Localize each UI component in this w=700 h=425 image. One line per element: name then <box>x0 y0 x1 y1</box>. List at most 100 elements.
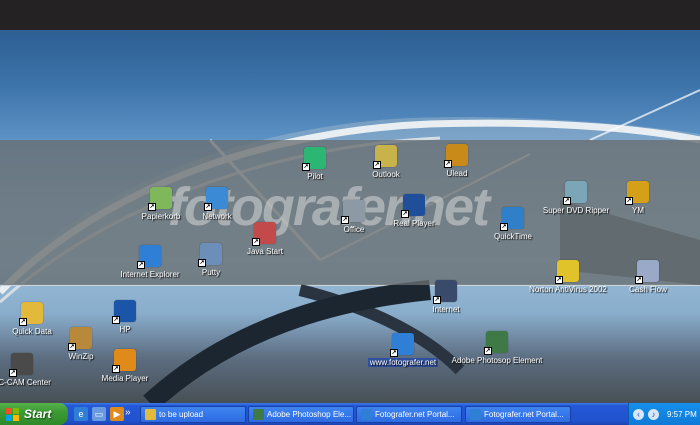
norton-icon: ↗ <box>555 260 579 284</box>
desktop-icon-label: Adobe Photosop Element <box>451 356 543 365</box>
desktop-icon-ym[interactable]: ↗ YM <box>598 181 678 215</box>
shortcut-arrow-icon: ↗ <box>198 259 206 267</box>
shortcut-arrow-icon: ↗ <box>635 276 643 284</box>
shortcut-arrow-icon: ↗ <box>444 160 452 168</box>
web-shortcut-icon: ↗ <box>390 333 414 357</box>
shortcut-arrow-icon: ↗ <box>112 316 120 324</box>
shortcut-arrow-icon: ↗ <box>137 261 145 269</box>
desktop-icon-label: www.fotografer.net <box>367 358 439 367</box>
desktop-icon-label: Media Player <box>101 374 149 383</box>
desktop-icon-pilot[interactable]: ↗ Pilot <box>275 147 355 181</box>
desktop-icon-pccam[interactable]: ↗PC-CAM Center <box>0 353 62 387</box>
winzip-icon: ↗ <box>68 327 92 351</box>
photoshop-task-icon <box>253 409 264 420</box>
taskbar-button-label: Fotografer.net Portal... <box>484 410 564 419</box>
desktop-icon-label: PC-CAM Center <box>0 378 51 387</box>
taskbar: Start e ▭ ▶ » to be upload Adobe Photoshop … <box>0 403 700 425</box>
quick-launch-overflow-icon[interactable]: » <box>125 407 131 418</box>
shortcut-arrow-icon: ↗ <box>390 349 398 357</box>
media-player-icon: ↗ <box>112 349 136 373</box>
desktop-icon-fotografer[interactable]: ↗ www.fotografer.net <box>363 333 443 367</box>
system-tray: ‹ ♪ 9:57 PM <box>628 403 700 425</box>
desktop[interactable]: fotografer.net ↗ Pilot ↗ Outlook ↗ Ulead ↗ Papi… <box>0 30 700 403</box>
desktop-icon-label: Ulead <box>446 169 468 178</box>
recycle-bin-icon: ↗ <box>148 187 172 211</box>
putty-icon: ↗ <box>198 243 222 267</box>
volume-icon[interactable]: ♪ <box>648 408 659 420</box>
desktop-icon-label: Outlook <box>372 170 400 179</box>
desktop-icon-label: Java Start <box>246 247 283 256</box>
pilot-icon: ↗ <box>302 147 326 171</box>
desktop-icon-label: Norton AntiVirus 2002 <box>529 285 607 294</box>
shortcut-arrow-icon: ↗ <box>68 343 76 351</box>
desktop-icon-label: YM <box>632 206 644 215</box>
ie-quicklaunch-icon[interactable]: e <box>74 407 88 421</box>
desktop-icon-label: QuickTime <box>494 232 532 241</box>
browser-task-icon <box>361 409 372 420</box>
shortcut-arrow-icon: ↗ <box>500 223 508 231</box>
desktop-icon-label: Internet <box>432 305 460 314</box>
dvd-ripper-icon: ↗ <box>563 181 587 205</box>
desktop-icon-label: Cash Flow <box>629 285 667 294</box>
start-button[interactable]: Start <box>0 403 68 425</box>
desktop-icon-label: Putty <box>201 268 221 277</box>
folder-icon: ↗ <box>19 302 43 326</box>
pc-cam-icon: ↗ <box>9 353 33 377</box>
desktop-icon-ulead[interactable]: ↗ Ulead <box>417 144 497 178</box>
desktop-icon-label: Office <box>343 225 365 234</box>
desktop-icon-label: Papierkorb <box>141 212 181 221</box>
shortcut-arrow-icon: ↗ <box>148 203 156 211</box>
shortcut-arrow-icon: ↗ <box>9 369 17 377</box>
quicktime-icon: ↗ <box>500 207 524 231</box>
taskbar-button[interactable]: Adobe Photoshop Ele... <box>248 406 354 423</box>
browser-task-icon <box>470 409 481 420</box>
shortcut-arrow-icon: ↗ <box>204 203 212 211</box>
outlook-icon: ↗ <box>373 145 397 169</box>
taskbar-button[interactable]: to be upload <box>140 406 246 423</box>
quick-launch: e ▭ ▶ <box>74 407 124 421</box>
shortcut-arrow-icon: ↗ <box>484 347 492 355</box>
shortcut-arrow-icon: ↗ <box>625 197 633 205</box>
office-icon: ↗ <box>341 200 365 224</box>
network-icon: ↗ <box>204 187 228 211</box>
shortcut-arrow-icon: ↗ <box>373 161 381 169</box>
desktop-icon-internet[interactable]: ↗ Internet <box>406 280 486 314</box>
shortcut-arrow-icon: ↗ <box>563 197 571 205</box>
desktop-icon-label: Pilot <box>307 172 323 181</box>
yahoo-messenger-icon: ↗ <box>625 181 649 205</box>
show-desktop-icon[interactable]: ▭ <box>92 407 106 421</box>
top-black-bar <box>0 0 700 30</box>
shortcut-arrow-icon: ↗ <box>252 238 260 246</box>
tray-expand-icon[interactable]: ‹ <box>633 408 644 420</box>
hp-icon: ↗ <box>112 300 136 324</box>
taskbar-button-label: to be upload <box>159 410 204 419</box>
shortcut-arrow-icon: ↗ <box>302 163 310 171</box>
shortcut-arrow-icon: ↗ <box>341 216 349 224</box>
desktop-icon-network[interactable]: ↗ Network <box>177 187 257 221</box>
taskbar-button[interactable]: Fotografer.net Portal... <box>465 406 571 423</box>
ulead-icon: ↗ <box>444 144 468 168</box>
desktop-icon-label: HP <box>119 325 131 334</box>
media-player-quicklaunch-icon[interactable]: ▶ <box>110 407 124 421</box>
taskbar-button-label: Fotografer.net Portal... <box>375 410 455 419</box>
desktop-icon-realplayer[interactable]: ↗ Real Player <box>374 194 454 228</box>
shortcut-arrow-icon: ↗ <box>19 318 27 326</box>
desktop-icon-photoshop[interactable]: ↗ Adobe Photosop Element <box>452 331 542 365</box>
desktop-icon-norton[interactable]: ↗ Norton AntiVirus 2002 <box>528 260 608 294</box>
taskbar-button[interactable]: Fotografer.net Portal... <box>356 406 462 423</box>
windows-logo-icon <box>6 407 19 421</box>
shortcut-arrow-icon: ↗ <box>555 276 563 284</box>
cash-flow-icon: ↗ <box>635 260 659 284</box>
tray-clock[interactable]: 9:57 PM <box>667 410 697 419</box>
start-label: Start <box>24 407 52 421</box>
desktop-icon-label: Network <box>202 212 232 221</box>
taskbar-button-label: Adobe Photoshop Ele... <box>267 410 352 419</box>
desktop-icon-outlook[interactable]: ↗ Outlook <box>346 145 426 179</box>
folder-task-icon <box>145 409 156 420</box>
desktop-icon-label: Real Player <box>393 219 435 228</box>
desktop-icon-mediaplayer[interactable]: ↗ Media Player <box>85 349 165 383</box>
realplayer-icon: ↗ <box>401 194 425 218</box>
desktop-icon-cashflow[interactable]: ↗ Cash Flow <box>608 260 688 294</box>
desktop-icon-javastart[interactable]: ↗ Java Start <box>225 222 305 256</box>
shortcut-arrow-icon: ↗ <box>433 296 441 304</box>
